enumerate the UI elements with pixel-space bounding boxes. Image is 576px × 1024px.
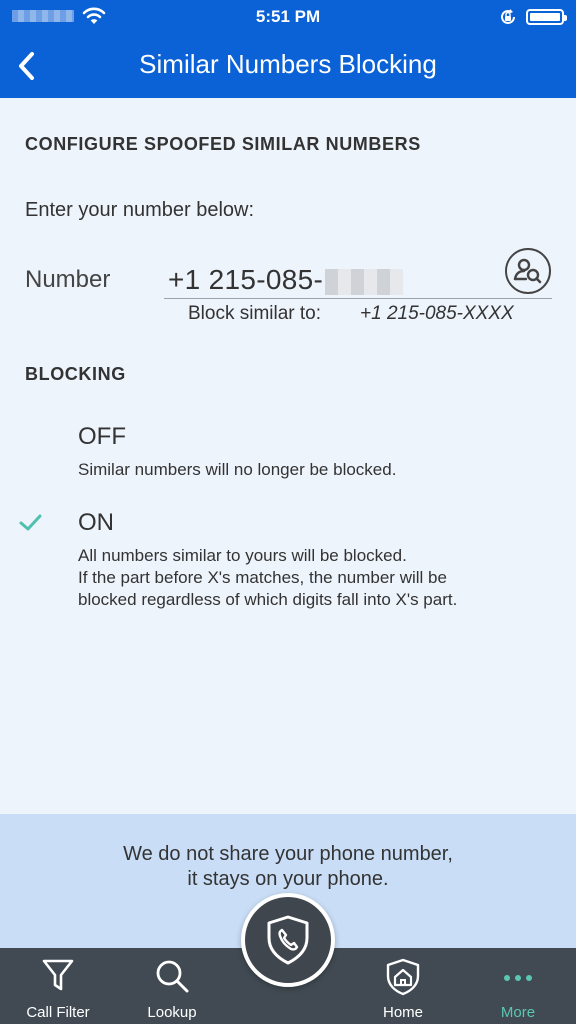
status-bar: 5:51 PM (0, 0, 576, 34)
option-description: Similar numbers will no longer be blocke… (78, 460, 397, 479)
status-time: 5:51 PM (255, 7, 321, 26)
tab-home[interactable]: Home (348, 948, 458, 1024)
rotation-lock-icon (501, 9, 515, 24)
tab-more[interactable]: More (463, 948, 573, 1024)
redacted-digits (325, 268, 404, 295)
blocking-option-off[interactable]: OFF Similar numbers will no longer be bl… (0, 423, 576, 483)
person-search-icon (513, 258, 542, 284)
tab-label: Call Filter (26, 1004, 90, 1021)
privacy-message: We do not share your phone number, it st… (123, 843, 453, 890)
number-value-text: +1 215-085- (168, 264, 324, 295)
option-title: OFF (78, 423, 126, 450)
tab-label: Home (382, 1004, 423, 1021)
search-icon (156, 960, 189, 993)
tab-lookup[interactable]: Lookup (117, 948, 227, 1024)
option-title: ON (78, 509, 114, 536)
block-similar-label: Block similar to: (188, 303, 322, 324)
home-shield-icon (386, 958, 420, 996)
tab-call-filter[interactable]: Call Filter (3, 948, 113, 1024)
number-field[interactable]: +1 215-085- (168, 264, 404, 296)
number-field-underline (164, 298, 552, 299)
settings-content: CONFIGURE SPOOFED SIMILAR NUMBERS Enter … (0, 98, 576, 814)
tab-label: More (500, 1004, 536, 1021)
navigation-bar: Similar Numbers Blocking (0, 34, 576, 98)
contact-lookup-button[interactable] (505, 248, 551, 294)
more-dots-icon (504, 975, 532, 981)
filter-icon (42, 959, 74, 991)
configure-section-heading: CONFIGURE SPOOFED SIMILAR NUMBERS (25, 134, 421, 154)
tab-label: Lookup (147, 1004, 197, 1021)
enter-number-prompt: Enter your number below: (25, 199, 255, 221)
page-title: Similar Numbers Blocking (139, 49, 437, 79)
number-label: Number (25, 266, 111, 293)
call-protection-button[interactable] (241, 893, 335, 987)
checkmark-icon (19, 514, 42, 531)
option-description: All numbers similar to yours will be blo… (78, 546, 458, 609)
blocking-section-heading: BLOCKING (25, 364, 126, 384)
blocking-option-on[interactable]: ON All numbers similar to yours will be … (0, 509, 576, 609)
battery-icon (526, 9, 567, 25)
shield-phone-icon (267, 915, 309, 965)
block-similar-pattern: +1 215-085-XXXX (360, 303, 514, 324)
